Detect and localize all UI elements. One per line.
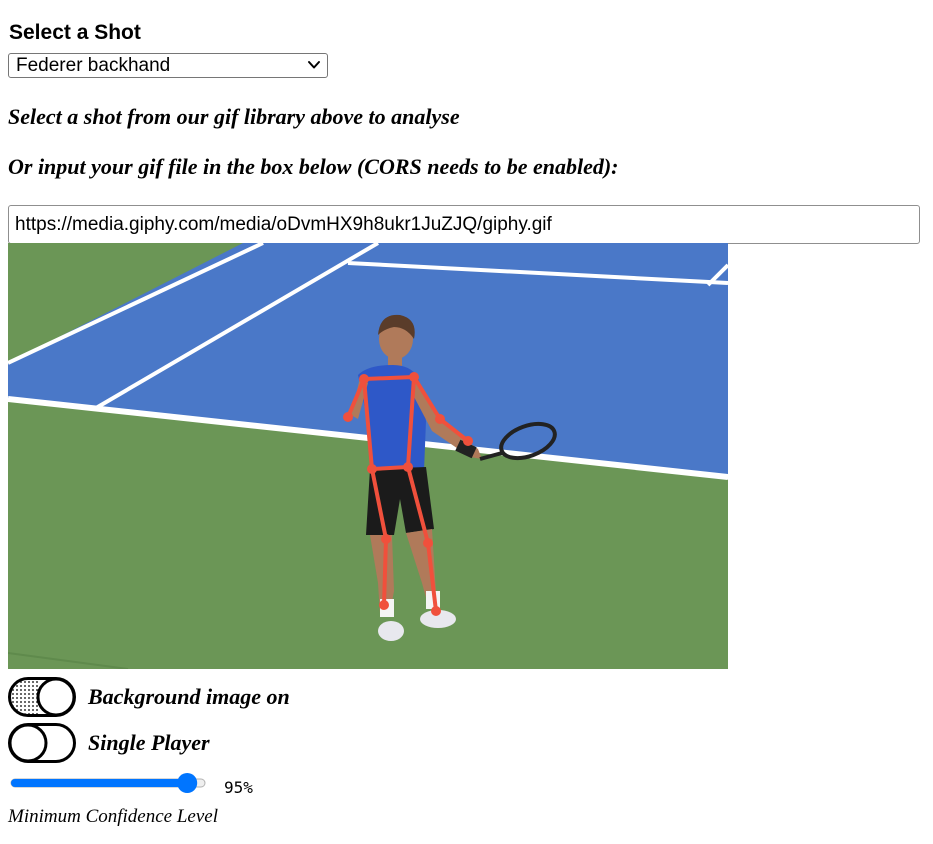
single-player-label: Single Player xyxy=(88,730,210,755)
confidence-slider-fill xyxy=(11,779,188,787)
chevron-down-icon xyxy=(308,61,320,69)
confidence-slider-thumb[interactable] xyxy=(177,773,198,793)
single-player-toggle[interactable] xyxy=(8,723,76,763)
confidence-value: 95% xyxy=(224,778,253,797)
confidence-slider[interactable] xyxy=(10,772,206,794)
instruction-library: Select a shot from our gif library above… xyxy=(8,104,460,129)
shot-select-dropdown[interactable]: Federer backhand xyxy=(8,53,328,78)
instruction-upload: Or input your gif file in the box below … xyxy=(8,154,619,179)
shot-select-heading: Select a Shot xyxy=(9,21,141,44)
pose-canvas xyxy=(8,243,728,669)
shot-select-value: Federer backhand xyxy=(16,55,171,76)
confidence-caption: Minimum Confidence Level xyxy=(8,806,219,827)
background-image-label: Background image on xyxy=(88,684,290,709)
tennis-court-scene xyxy=(8,243,728,669)
gif-url-input[interactable]: https://media.giphy.com/media/oDvmHX9h8u… xyxy=(8,205,920,244)
background-image-toggle[interactable] xyxy=(8,677,76,717)
